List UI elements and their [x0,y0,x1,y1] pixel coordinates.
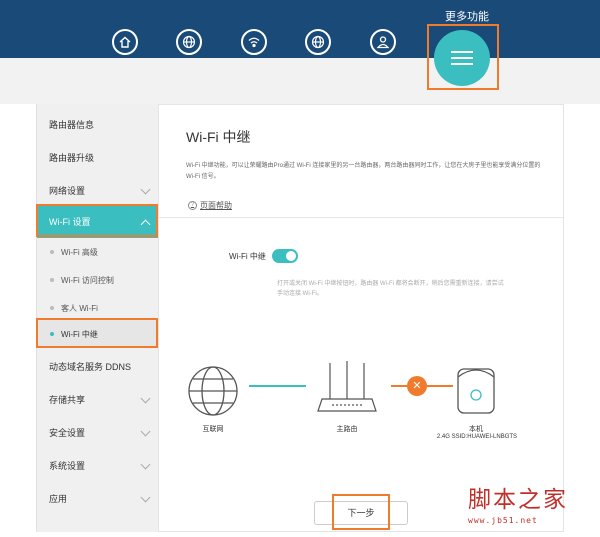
disconnected-x-icon: ✕ [407,376,427,396]
help-icon: ? [188,201,197,210]
highlight-box-next [332,494,390,530]
connection-line-ok [249,385,306,387]
connection-line-broken-left [391,385,407,387]
wifi-icon[interactable] [241,29,267,55]
local-device-label: 本机 [469,426,483,433]
header-band [0,58,600,104]
chevron-down-icon [140,492,151,503]
wifi-relay-toggle[interactable] [271,249,298,263]
sidebar-item-system-settings[interactable]: 系统设置 [37,449,159,482]
page-title: Wi-Fi 中继 [186,129,251,145]
relay-note: 打开或关闭 Wi-Fi 中继按钮时，路由器 Wi-Fi 都将会断开，稍后您需重新… [277,281,504,297]
sidebar-item-storage-share[interactable]: 存储共享 [37,383,159,416]
internet-label: 互联网 [202,426,224,433]
sidebar-item-router-info[interactable]: 路由器信息 [37,108,159,141]
highlight-box-more [427,24,499,90]
top-nav-bar: 更多功能 [0,0,600,58]
local-ssid-label: 2.4G SSID:HUAWEI-LNBGTS [436,434,518,440]
main-router-icon [317,361,377,412]
sub-item-wifi-advanced[interactable]: Wi-Fi 高级 [37,238,159,266]
wifi-relay-switch-label: Wi-Fi 中继 [229,251,266,261]
watermark-title: 脚本之家 [468,487,568,513]
chevron-down-icon [140,393,151,404]
divider [159,217,563,218]
user-icon[interactable] [370,29,396,55]
watermark: 脚本之家 www.jb51.net [468,480,596,525]
watermark-url: www.jb51.net [468,516,538,525]
sidebar-item-router-upgrade[interactable]: 路由器升级 [37,141,159,174]
local-device-icon [457,368,495,414]
bullet-icon [50,306,54,310]
internet-globe-icon [188,366,238,416]
globe-settings-icon[interactable] [305,29,331,55]
sidebar-item-ddns[interactable]: 动态域名服务 DDNS [37,350,159,383]
sidebar-item-apps[interactable]: 应用 [37,482,159,515]
wifi-relay-switch-row: Wi-Fi 中继 [229,249,298,263]
sidebar-item-security[interactable]: 安全设置 [37,416,159,449]
main-panel: Wi-Fi 中继 Wi-Fi 中继功能，可以让荣耀路由Pro通过 Wi-Fi 连… [158,104,564,532]
home-icon[interactable] [112,29,138,55]
connection-line-broken-right [427,385,453,387]
highlight-box-wifi-relay [36,318,158,348]
page-description: Wi-Fi 中继功能，可以让荣耀路由Pro通过 Wi-Fi 连接家里的另一台路由… [186,163,541,180]
sidebar-item-network-settings[interactable]: 网络设置 [37,174,159,207]
bullet-icon [50,250,54,254]
chevron-down-icon [140,184,151,195]
main-router-label: 主路由 [336,426,358,433]
highlight-box-wifi-settings [36,204,158,237]
chevron-down-icon [140,459,151,470]
sub-item-wifi-access-control[interactable]: Wi-Fi 访问控制 [37,266,159,294]
globe-icon[interactable] [176,29,202,55]
page-help-link[interactable]: ? 页面帮助 [188,200,232,211]
more-features-label: 更多功能 [445,11,489,23]
bullet-icon [50,278,54,282]
chevron-down-icon [140,426,151,437]
